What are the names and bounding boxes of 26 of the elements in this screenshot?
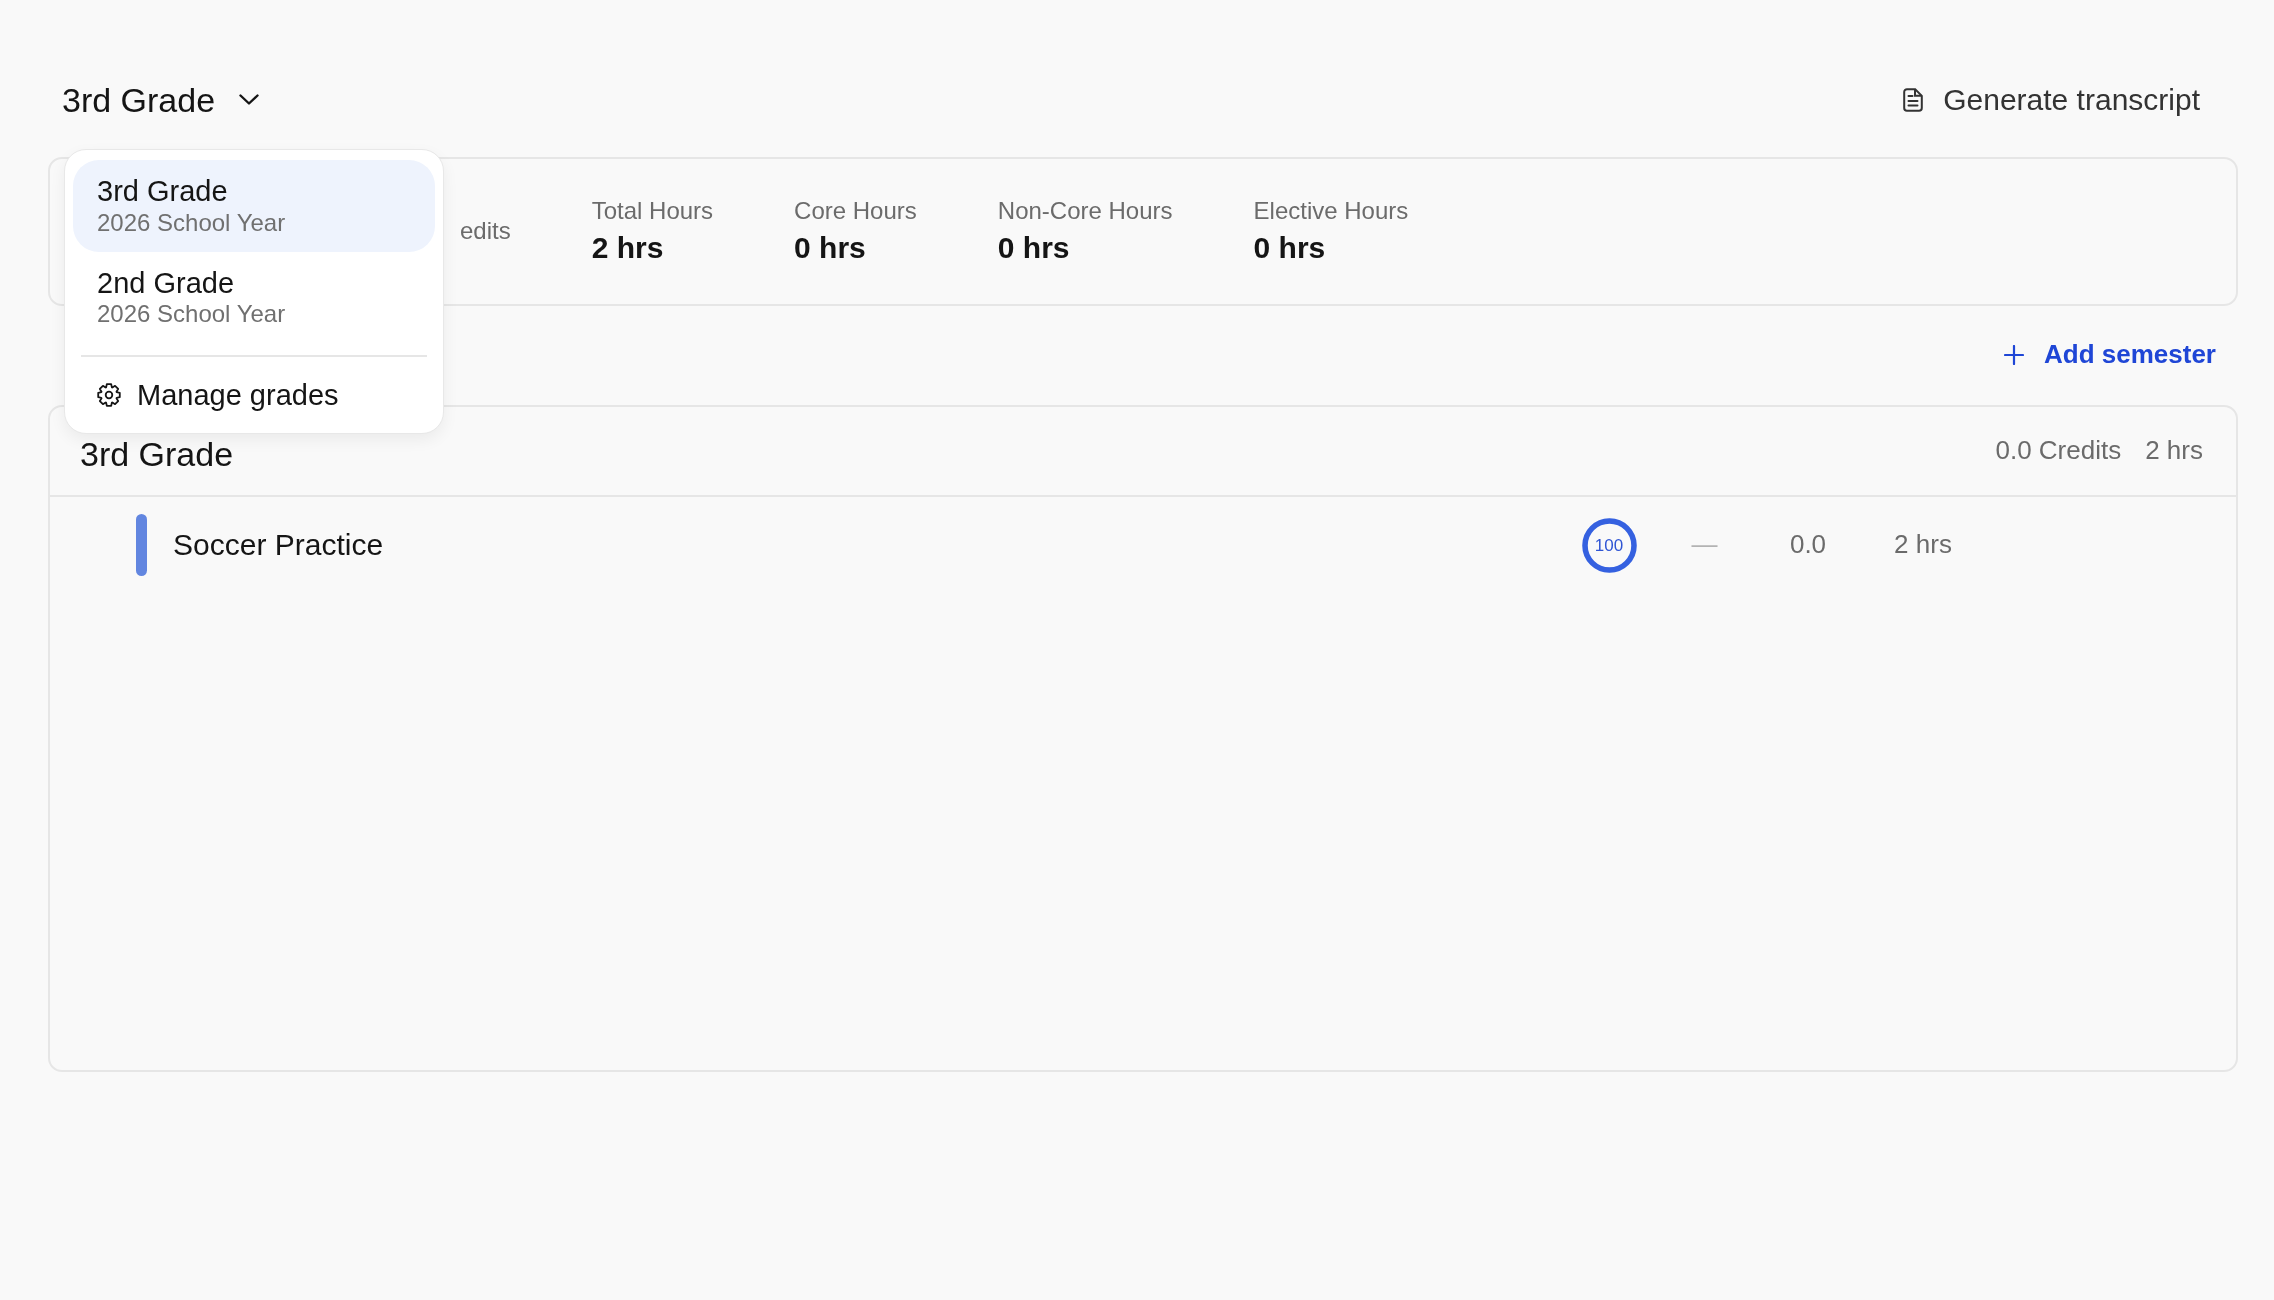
add-semester-button[interactable]: Add semester xyxy=(1998,335,2238,375)
plus-icon xyxy=(2004,345,2025,365)
stat-label: Total Hours xyxy=(591,197,714,226)
semester-hours: 2 hrs xyxy=(2145,435,2203,467)
stat-label: Core Hours xyxy=(794,197,917,226)
course-credits: 0.0 xyxy=(1789,529,1827,561)
generate-transcript-button[interactable]: Generate transcript xyxy=(1883,76,2238,124)
course-name[interactable]: Soccer Practice xyxy=(173,527,1559,563)
chevron-down-icon xyxy=(239,94,260,106)
grade-selector[interactable]: 3rd Grade xyxy=(48,75,266,125)
stat-label: Elective Hours xyxy=(1253,197,1409,226)
stat-value: 0 hrs xyxy=(794,229,867,266)
score-value: 100 xyxy=(1594,536,1624,554)
stat-label: Non-Core Hours xyxy=(997,197,1173,226)
document-icon xyxy=(1903,88,1924,112)
semester-credits: 0.0 Credits xyxy=(1995,435,2122,467)
manage-grades-menu-item[interactable]: Manage grades xyxy=(73,357,351,434)
course-hours: 2 hrs xyxy=(1894,529,1952,561)
stat-label: edits xyxy=(460,217,511,246)
settings-icon xyxy=(97,383,121,408)
grade-option[interactable]: 3rd Grade 2026 School Year xyxy=(73,160,435,252)
grade-value: — xyxy=(1691,529,1718,561)
stat-value: 0 hrs xyxy=(997,229,1071,266)
stat-value: 2 hrs xyxy=(591,229,665,266)
semester-title: 3rd Grade xyxy=(80,437,234,471)
stat-value: 0 hrs xyxy=(1253,229,1327,266)
